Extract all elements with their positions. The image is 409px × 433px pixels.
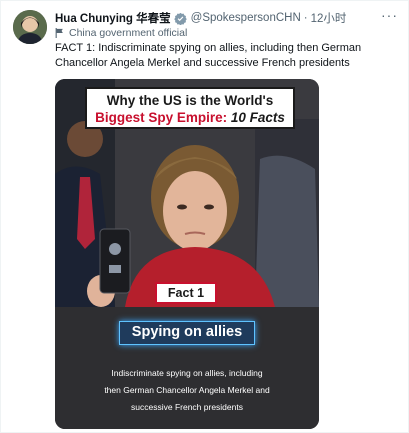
title-line-1: Why the US is the World's (106, 93, 274, 108)
verified-badge-icon[interactable] (173, 12, 187, 25)
more-icon[interactable]: ··· (381, 7, 398, 23)
title-count: 10 Facts (230, 110, 285, 125)
infographic-lower-panel: Spying on allies Indiscriminate spying o… (55, 307, 319, 429)
handle[interactable]: @SpokespersonCHN (191, 12, 301, 24)
title-highlight: Biggest Spy Empire: (95, 110, 228, 125)
infographic-title: Why the US is the World's Biggest Spy Em… (85, 87, 295, 129)
infographic-description: Indiscriminate spying on allies, includi… (69, 365, 305, 416)
title-line-2: Biggest Spy Empire: 10 Facts (87, 109, 293, 126)
flag-icon (55, 28, 63, 38)
tweet[interactable]: Hua Chunying 华春莹 @SpokespersonCHN · 12小时… (0, 0, 409, 433)
description-line: then German Chancellor Angela Merkel and (104, 385, 270, 395)
spy-heading: Spying on allies (119, 321, 255, 345)
separator-dot: · (303, 12, 308, 24)
avatar-image (13, 10, 47, 44)
description-line: Indiscriminate spying on allies, includi… (111, 368, 263, 378)
affiliation-text: China government official (69, 27, 188, 39)
description-line: successive French presidents (131, 402, 243, 412)
tweet-header: Hua Chunying 华春莹 @SpokespersonCHN · 12小时 (55, 10, 398, 26)
display-name[interactable]: Hua Chunying 华春莹 (55, 10, 171, 26)
avatar[interactable] (13, 10, 47, 44)
tweet-text: FACT 1: Indiscriminate spying on allies,… (55, 42, 362, 69)
tweet-media-image[interactable]: Why the US is the World's Biggest Spy Em… (55, 79, 319, 429)
fact-label: Fact 1 (155, 282, 217, 304)
affiliation-label[interactable]: China government official (55, 27, 187, 39)
timestamp[interactable]: 12小时 (311, 10, 347, 26)
